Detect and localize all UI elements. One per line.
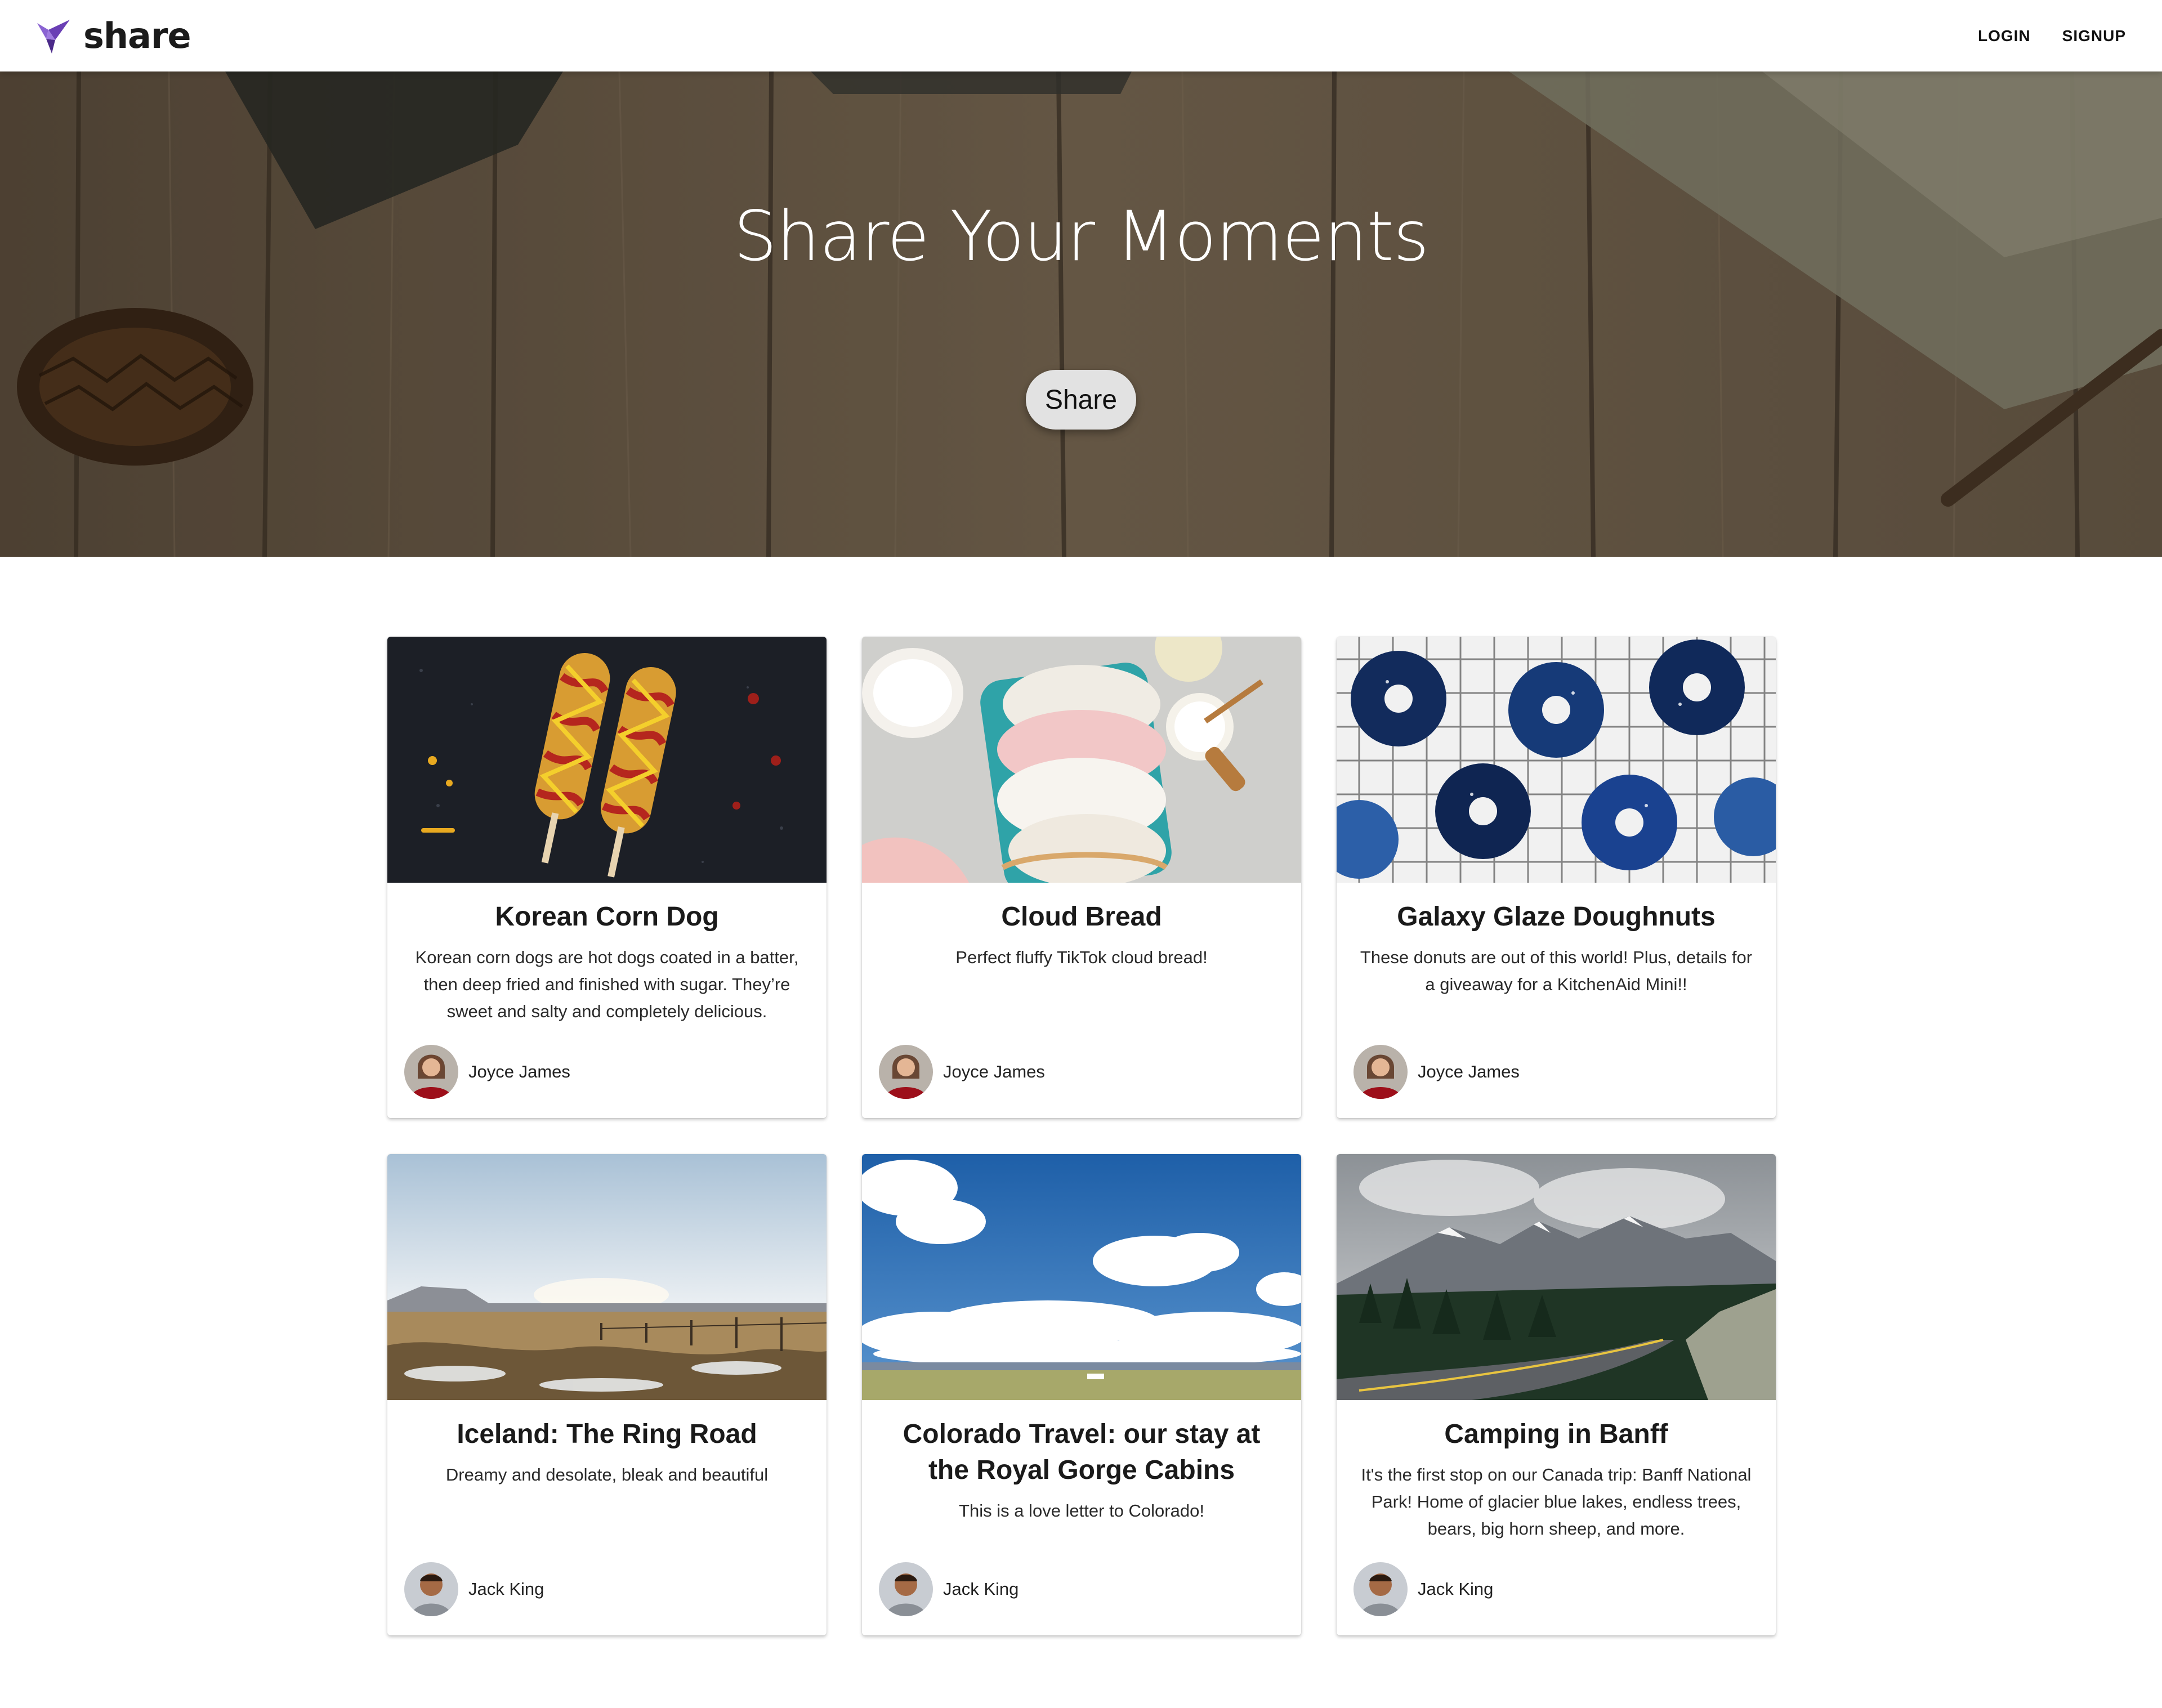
post-excerpt: Dreamy and desolate, bleak and beautiful [445, 1465, 769, 1485]
avatar [404, 1045, 458, 1099]
brand-home-link[interactable]: share [36, 15, 191, 56]
author-name: Joyce James [1418, 1062, 1520, 1081]
post-title[interactable]: Colorado Travel: our stay at the Royal G… [879, 1416, 1284, 1488]
top-navbar: share LOGIN SIGNUP [0, 0, 2162, 71]
brand-name: share [83, 15, 191, 56]
post-title[interactable]: Camping in Banff [1354, 1416, 1759, 1452]
post-excerpt: These donuts are out of this world! Plus… [1360, 947, 1753, 994]
auth-nav: LOGIN SIGNUP [1978, 27, 2126, 45]
share-button[interactable]: Share [1026, 370, 1136, 430]
post-author[interactable]: Joyce James [404, 1045, 570, 1099]
hero-title: Share Your Moments [733, 196, 1430, 276]
bird-logo-icon [37, 19, 70, 53]
post-author[interactable]: Jack King [1354, 1562, 1493, 1616]
post-title[interactable]: Iceland: The Ring Road [404, 1416, 810, 1452]
post-card-cloud-bread[interactable]: Cloud Bread Perfect fluffy TikTok cloud … [862, 637, 1301, 1118]
avatar [404, 1562, 458, 1616]
avatar [879, 1045, 933, 1099]
cloud-bread-photo [862, 637, 1301, 883]
author-name: Jack King [943, 1579, 1019, 1599]
post-author[interactable]: Joyce James [879, 1045, 1045, 1099]
post-excerpt: Perfect fluffy TikTok cloud bread! [955, 947, 1208, 967]
banff-road-photo [1337, 1154, 1776, 1400]
post-title[interactable]: Galaxy Glaze Doughnuts [1354, 899, 1759, 935]
post-card-iceland-ring-road[interactable]: Iceland: The Ring Road Dreamy and desola… [387, 1154, 827, 1635]
author-name: Joyce James [943, 1062, 1045, 1081]
avatar [1354, 1045, 1408, 1099]
post-author[interactable]: Joyce James [1354, 1045, 1520, 1099]
post-author[interactable]: Jack King [404, 1562, 544, 1616]
hero-banner: Share Your Moments Share [0, 71, 2162, 557]
avatar [1354, 1562, 1408, 1616]
post-excerpt: Korean corn dogs are hot dogs coated in … [415, 947, 799, 1021]
signup-link[interactable]: SIGNUP [2062, 27, 2126, 45]
post-author[interactable]: Jack King [879, 1562, 1019, 1616]
korean-corn-dog-photo [387, 637, 827, 883]
iceland-landscape-photo [387, 1154, 827, 1400]
avatar [879, 1562, 933, 1616]
post-card-camping-in-banff[interactable]: Camping in Banff It's the first stop on … [1337, 1154, 1776, 1635]
author-name: Jack King [468, 1579, 544, 1599]
colorado-sky-photo [862, 1154, 1301, 1400]
author-name: Joyce James [468, 1062, 570, 1081]
login-link[interactable]: LOGIN [1978, 27, 2031, 45]
post-title[interactable]: Cloud Bread [879, 899, 1284, 935]
wooden-table-background-image [0, 71, 2162, 557]
galaxy-doughnuts-photo [1337, 637, 1776, 883]
author-name: Jack King [1418, 1579, 1494, 1599]
post-card-korean-corn-dog[interactable]: Korean Corn Dog Korean corn dogs are hot… [387, 637, 827, 1118]
post-title[interactable]: Korean Corn Dog [404, 899, 810, 935]
post-card-colorado-travel[interactable]: Colorado Travel: our stay at the Royal G… [862, 1154, 1301, 1635]
post-excerpt: It's the first stop on our Canada trip: … [1361, 1465, 1752, 1539]
post-excerpt: This is a love letter to Colorado! [959, 1501, 1204, 1521]
post-card-galaxy-doughnuts[interactable]: Galaxy Glaze Doughnuts These donuts are … [1337, 637, 1776, 1118]
